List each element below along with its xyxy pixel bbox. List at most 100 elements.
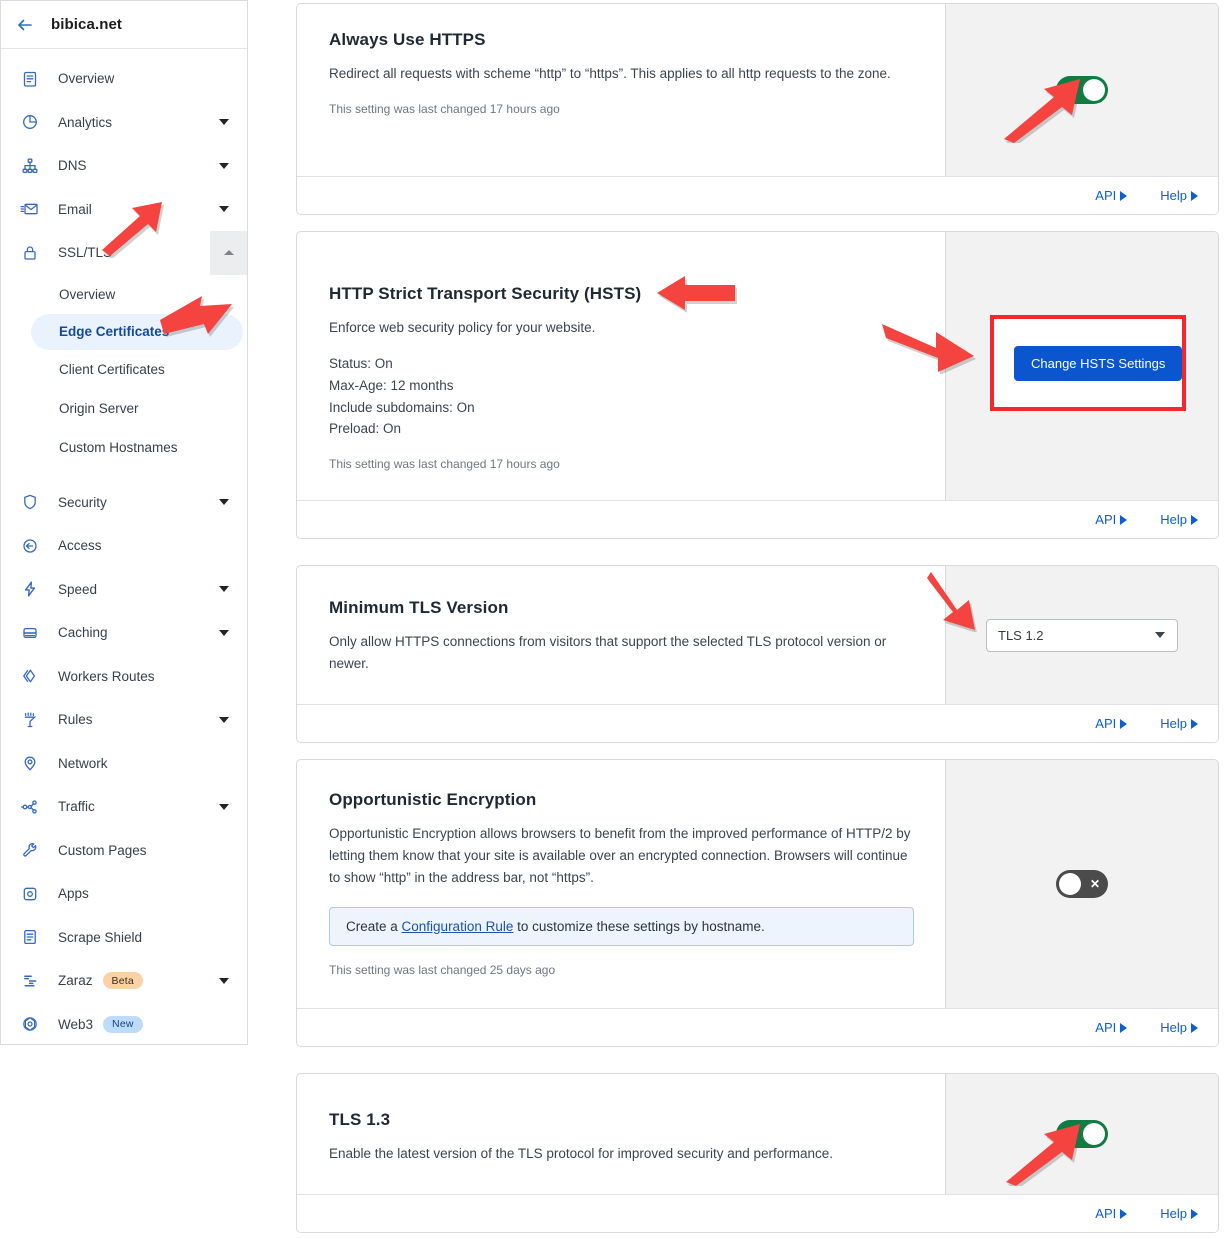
sidebar-item-custom-pages[interactable]: Custom Pages bbox=[1, 829, 247, 873]
api-link[interactable]: API bbox=[1095, 188, 1128, 203]
api-link-label: API bbox=[1095, 1020, 1117, 1035]
always-use-https-toggle[interactable]: ✓ bbox=[1056, 76, 1108, 104]
sidebar-item-apps[interactable]: Apps bbox=[1, 872, 247, 916]
sidebar-item-traffic[interactable]: Traffic bbox=[1, 785, 247, 829]
triangle-right-icon bbox=[1120, 190, 1128, 201]
opportunistic-encryption-toggle[interactable]: ✕ bbox=[1056, 870, 1108, 898]
sidebar-item-label: Scrape Shield bbox=[58, 929, 143, 945]
card-left: HTTP Strict Transport Security (HSTS) En… bbox=[297, 232, 945, 500]
chevron-up-icon bbox=[223, 250, 234, 256]
help-link-label: Help bbox=[1160, 512, 1187, 527]
sidebar-item-web3[interactable]: Web3 New bbox=[1, 1003, 247, 1045]
select-value: TLS 1.2 bbox=[998, 627, 1044, 643]
chevron-down-icon[interactable] bbox=[219, 803, 229, 810]
wrench-icon bbox=[19, 839, 41, 861]
ssl-tls-collapse-toggle[interactable] bbox=[210, 231, 247, 275]
chevron-down-icon[interactable] bbox=[219, 977, 229, 984]
change-hsts-settings-button[interactable]: Change HSTS Settings bbox=[1014, 346, 1183, 381]
highlight-rectangle: Change HSTS Settings bbox=[990, 315, 1186, 411]
help-link[interactable]: Help bbox=[1160, 1206, 1198, 1221]
sidebar-item-caching[interactable]: Caching bbox=[1, 611, 247, 655]
location-pin-icon bbox=[19, 752, 41, 774]
sidebar-subitem-label: Edge Certificates bbox=[59, 324, 170, 339]
sidebar-item-access[interactable]: Access bbox=[1, 524, 247, 568]
triangle-right-icon bbox=[1191, 1208, 1198, 1219]
help-link-label: Help bbox=[1160, 188, 1187, 203]
chevron-down-icon[interactable] bbox=[219, 499, 229, 506]
sidebar-subitem-custom-hostnames[interactable]: Custom Hostnames bbox=[1, 428, 247, 467]
shield-icon bbox=[19, 491, 41, 513]
sidebar-item-scrape-shield[interactable]: Scrape Shield bbox=[1, 916, 247, 960]
sidebar-item-workers-routes[interactable]: Workers Routes bbox=[1, 655, 247, 699]
sidebar-subitem-label: Custom Hostnames bbox=[59, 439, 178, 455]
card-left: Minimum TLS Version Only allow HTTPS con… bbox=[297, 566, 945, 704]
card-left: Always Use HTTPS Redirect all requests w… bbox=[297, 4, 945, 176]
sidebar-item-ssl-tls[interactable]: SSL/TLS bbox=[1, 231, 247, 275]
card-left: TLS 1.3 Enable the latest version of the… bbox=[297, 1074, 945, 1194]
sidebar-item-security[interactable]: Security bbox=[1, 481, 247, 525]
sidebar-item-label: Caching bbox=[58, 625, 108, 641]
chevron-down-icon[interactable] bbox=[219, 716, 229, 723]
card-footer: API Help bbox=[297, 1008, 1218, 1046]
help-link[interactable]: Help bbox=[1160, 1020, 1198, 1035]
sidebar-item-overview[interactable]: Overview bbox=[1, 57, 247, 101]
sidebar-subitem-client-certificates[interactable]: Client Certificates bbox=[1, 350, 247, 389]
api-link[interactable]: API bbox=[1095, 716, 1128, 731]
api-link[interactable]: API bbox=[1095, 512, 1128, 527]
sidebar-item-zaraz[interactable]: Zaraz Beta bbox=[1, 959, 247, 1003]
chevron-down-icon[interactable] bbox=[219, 206, 229, 213]
card-footer: API Help bbox=[297, 1194, 1218, 1232]
card-control-panel: ✓ bbox=[945, 4, 1218, 176]
sidebar-item-label: DNS bbox=[58, 158, 87, 174]
sidebar-subitem-origin-server[interactable]: Origin Server bbox=[1, 389, 247, 428]
last-changed-text: This setting was last changed 17 hours a… bbox=[329, 101, 560, 116]
lock-icon bbox=[19, 242, 41, 264]
minimum-tls-version-select[interactable]: TLS 1.2 bbox=[986, 618, 1178, 652]
sitemap-icon bbox=[19, 155, 41, 177]
triangle-right-icon bbox=[1191, 514, 1198, 525]
card-hsts: HTTP Strict Transport Security (HSTS) En… bbox=[296, 231, 1219, 539]
configuration-rule-banner: Create a Configuration Rule to customize… bbox=[329, 906, 914, 946]
sidebar-item-rules[interactable]: Rules bbox=[1, 698, 247, 742]
triangle-right-icon bbox=[1120, 718, 1128, 729]
sidebar-item-speed[interactable]: Speed bbox=[1, 568, 247, 612]
sidebar-subitem-overview[interactable]: Overview bbox=[1, 275, 247, 314]
envelope-icon bbox=[19, 198, 41, 220]
help-link-label: Help bbox=[1160, 1206, 1187, 1221]
card-description: Opportunistic Encryption allows browsers… bbox=[329, 826, 911, 885]
chevron-down-icon[interactable] bbox=[219, 586, 229, 593]
chevron-down-icon[interactable] bbox=[219, 119, 229, 126]
help-link-label: Help bbox=[1160, 716, 1187, 731]
card-control-panel: ✕ bbox=[945, 760, 1218, 1008]
sidebar-item-analytics[interactable]: Analytics bbox=[1, 101, 247, 145]
access-icon bbox=[19, 535, 41, 557]
help-link[interactable]: Help bbox=[1160, 716, 1198, 731]
help-link[interactable]: Help bbox=[1160, 188, 1198, 203]
bolt-icon bbox=[19, 578, 41, 600]
help-link[interactable]: Help bbox=[1160, 512, 1198, 527]
card-body: Always Use HTTPS Redirect all requests w… bbox=[297, 4, 1218, 176]
hsts-status: Status: On bbox=[329, 355, 393, 371]
zone-header: bibica.net bbox=[1, 1, 247, 49]
sidebar-item-label: Rules bbox=[58, 712, 93, 728]
triangle-right-icon bbox=[1191, 1022, 1198, 1033]
hsts-include-subdomains: Include subdomains: On bbox=[329, 399, 475, 415]
sidebar-subitem-edge-certificates[interactable]: Edge Certificates bbox=[31, 313, 243, 350]
card-control-panel: Change HSTS Settings bbox=[945, 232, 1218, 500]
back-arrow-icon[interactable] bbox=[15, 15, 35, 35]
tls-13-toggle[interactable]: ✓ bbox=[1056, 1120, 1108, 1148]
chevron-down-icon[interactable] bbox=[219, 162, 229, 169]
sidebar-item-dns[interactable]: DNS bbox=[1, 144, 247, 188]
card-title: HTTP Strict Transport Security (HSTS) bbox=[329, 284, 642, 303]
last-changed-text: This setting was last changed 25 days ag… bbox=[329, 962, 556, 977]
sidebar-item-network[interactable]: Network bbox=[1, 742, 247, 786]
chevron-down-icon bbox=[1155, 632, 1165, 638]
workers-icon bbox=[19, 665, 41, 687]
card-title: TLS 1.3 bbox=[329, 1110, 391, 1129]
sidebar-item-email[interactable]: Email bbox=[1, 188, 247, 232]
api-link[interactable]: API bbox=[1095, 1206, 1128, 1221]
chevron-down-icon[interactable] bbox=[219, 629, 229, 636]
api-link[interactable]: API bbox=[1095, 1020, 1128, 1035]
banner-suffix: to customize these settings by hostname. bbox=[513, 918, 765, 934]
configuration-rule-link[interactable]: Configuration Rule bbox=[402, 919, 514, 934]
